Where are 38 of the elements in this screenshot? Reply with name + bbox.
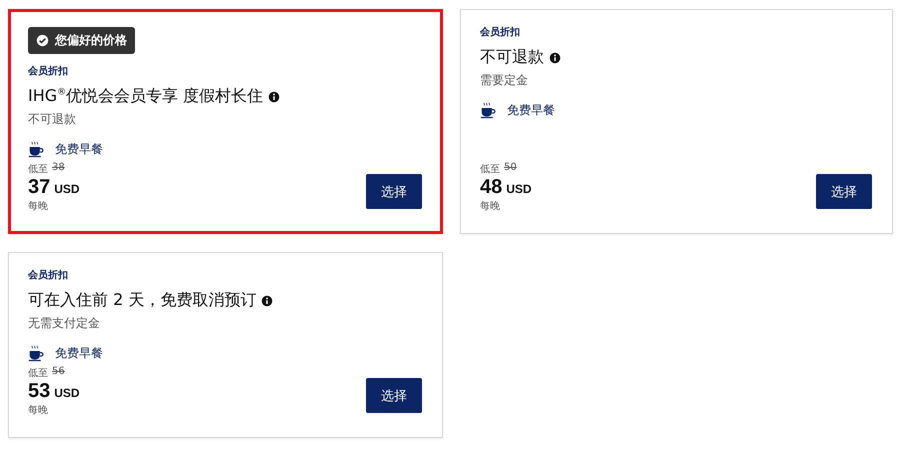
rate-title: 可在入住前 2 天，免费取消预订 <box>28 290 256 311</box>
from-label: 低至 <box>28 163 48 176</box>
currency-label: USD <box>54 386 80 400</box>
price-amount: 48 <box>480 176 502 199</box>
info-icon[interactable] <box>549 52 561 64</box>
info-icon[interactable] <box>261 294 274 306</box>
select-button[interactable]: 选择 <box>816 174 872 209</box>
rate-category: 会员折扣 <box>28 268 69 282</box>
original-price: 38 <box>52 162 65 175</box>
perk-label: 免费早餐 <box>55 141 103 158</box>
deposit-policy: 无需支付定金 <box>28 315 101 332</box>
rate-title: 不可退款 <box>480 47 544 68</box>
from-label: 低至 <box>480 163 500 176</box>
per-night-label: 每晚 <box>480 200 501 213</box>
perk-label: 免费早餐 <box>55 345 103 362</box>
coffee-cup-icon <box>28 345 45 362</box>
rate-category: 会员折扣 <box>28 64 69 78</box>
per-night-label: 每晚 <box>28 404 49 417</box>
currency-label: USD <box>506 182 532 196</box>
original-price: 50 <box>504 162 517 175</box>
per-night-label: 每晚 <box>28 200 49 213</box>
perk-label: 免费早餐 <box>507 102 555 119</box>
currency-label: USD <box>54 182 80 196</box>
badge-text: 您偏好的价格 <box>55 32 127 49</box>
from-label: 低至 <box>28 367 48 380</box>
select-button[interactable]: 选择 <box>366 174 422 209</box>
deposit-policy: 需要定金 <box>480 72 529 89</box>
price-amount: 53 <box>28 380 50 403</box>
original-price: 56 <box>52 366 65 379</box>
coffee-cup-icon <box>480 102 497 119</box>
rate-category: 会员折扣 <box>480 26 521 39</box>
coffee-cup-icon <box>28 141 45 158</box>
rate-title: IHG$^{®}$优悦会会员专享 度假村长住 <box>28 86 264 107</box>
price-amount: 37 <box>28 176 50 199</box>
select-button[interactable]: 选择 <box>366 378 422 413</box>
check-icon <box>36 34 49 47</box>
deposit-policy: 不可退款 <box>28 111 77 128</box>
info-icon[interactable] <box>268 90 280 102</box>
